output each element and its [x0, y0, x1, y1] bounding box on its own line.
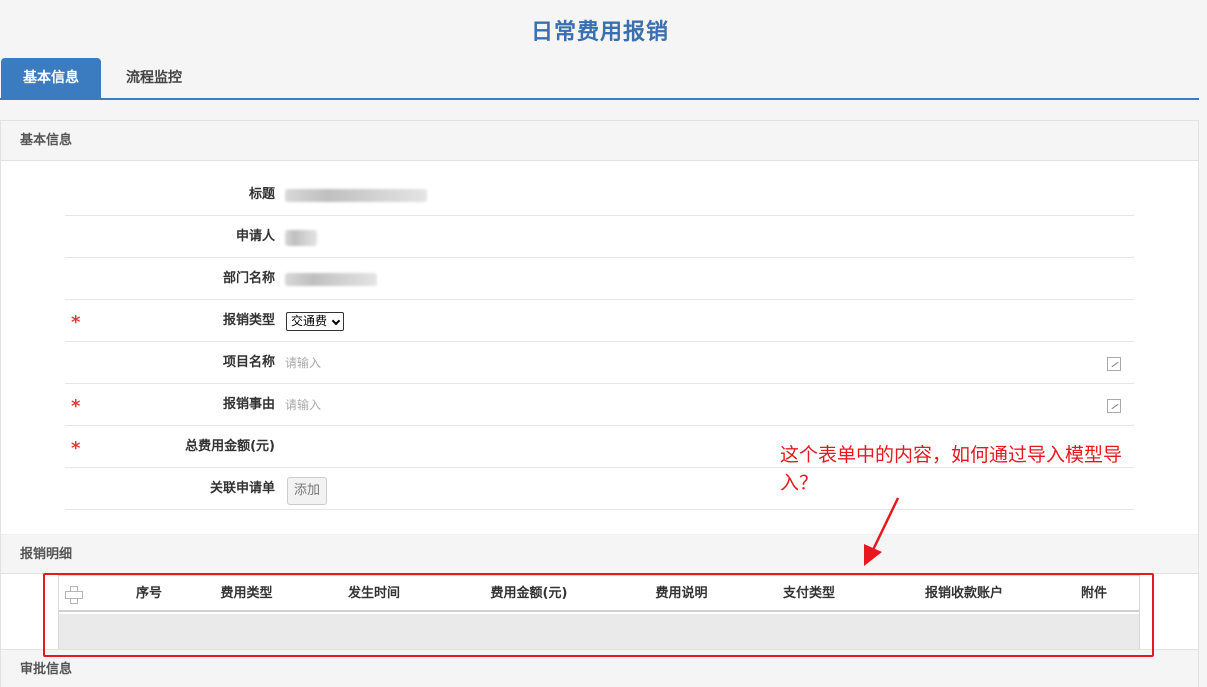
- add-related-button[interactable]: 添加: [287, 477, 328, 505]
- row-reason: * 报销事由 请输入: [65, 384, 1134, 426]
- chevron-down-icon: [331, 316, 341, 326]
- page: 日常费用报销 基本信息 流程监控 基本信息 标题 申请人 部门名称 * 报销类型…: [0, 0, 1207, 687]
- row-department: 部门名称: [65, 258, 1134, 300]
- section-basic-header: 基本信息: [1, 121, 1198, 161]
- reimburse-type-select[interactable]: 交通费: [286, 312, 345, 331]
- col-occurred-time: 发生时间: [347, 586, 400, 601]
- section-detail-header: 报销明细: [1, 534, 1198, 574]
- add-row-icon[interactable]: [65, 586, 83, 604]
- tab-bar: 基本信息 流程监控: [0, 58, 1199, 100]
- total-label: 总费用金额(元): [185, 439, 275, 454]
- col-payee-account: 报销收款账户: [924, 586, 1003, 601]
- reason-placeholder: 请输入: [285, 398, 322, 412]
- detail-table-header: 序号 费用类型 发生时间 费用金额(元) 费用说明 支付类型 报销收款账户 附件: [59, 576, 1139, 612]
- row-title: 标题: [65, 174, 1134, 216]
- page-title: 日常费用报销: [530, 20, 669, 45]
- annotation-arrow-icon: [864, 497, 900, 566]
- department-value: [285, 258, 1115, 300]
- reimburse-type-label: 报销类型: [222, 313, 275, 328]
- applicant-label: 申请人: [235, 229, 275, 244]
- row-reimburse-type: * 报销类型 交通费: [65, 300, 1134, 342]
- detail-table: 序号 费用类型 发生时间 费用金额(元) 费用说明 支付类型 报销收款账户 附件: [58, 575, 1140, 650]
- redacted-applicant: [285, 230, 317, 246]
- reimburse-type-value: 交通费: [285, 300, 1115, 342]
- form-panel: 基本信息 标题 申请人 部门名称 * 报销类型 交通费 项目名称 请输入 * 报…: [0, 120, 1199, 687]
- applicant-value: [285, 216, 1115, 258]
- detail-table-body: [59, 614, 1139, 649]
- title-value: [285, 174, 1115, 216]
- row-project: 项目名称 请输入: [65, 342, 1134, 384]
- col-expense-type: 费用类型: [220, 586, 273, 601]
- department-label: 部门名称: [222, 271, 275, 286]
- related-label: 关联申请单: [209, 481, 275, 496]
- title-label: 标题: [248, 187, 275, 202]
- edit-icon[interactable]: [1107, 357, 1121, 371]
- col-payment-type: 支付类型: [782, 586, 835, 601]
- redacted-department: [285, 273, 377, 286]
- col-amount: 费用金额(元): [490, 586, 568, 601]
- edit-icon[interactable]: [1107, 399, 1121, 413]
- row-applicant: 申请人: [65, 216, 1134, 258]
- reason-input[interactable]: 请输入: [285, 384, 1121, 426]
- section-approval-header: 审批信息: [1, 649, 1198, 687]
- tab-basic-info[interactable]: 基本信息: [1, 58, 101, 98]
- col-description: 费用说明: [655, 586, 708, 601]
- project-placeholder: 请输入: [285, 356, 322, 370]
- col-attachment: 附件: [1080, 586, 1107, 601]
- col-index: 序号: [135, 586, 162, 601]
- project-input[interactable]: 请输入: [285, 342, 1121, 384]
- annotation-text: 这个表单中的内容，如何通过导入模型导入？: [780, 444, 1123, 494]
- redacted-title: [285, 189, 427, 202]
- reimburse-type-selected: 交通费: [291, 314, 328, 328]
- tab-process-monitor[interactable]: 流程监控: [104, 58, 204, 98]
- project-label: 项目名称: [222, 355, 275, 370]
- reason-label: 报销事由: [222, 397, 275, 412]
